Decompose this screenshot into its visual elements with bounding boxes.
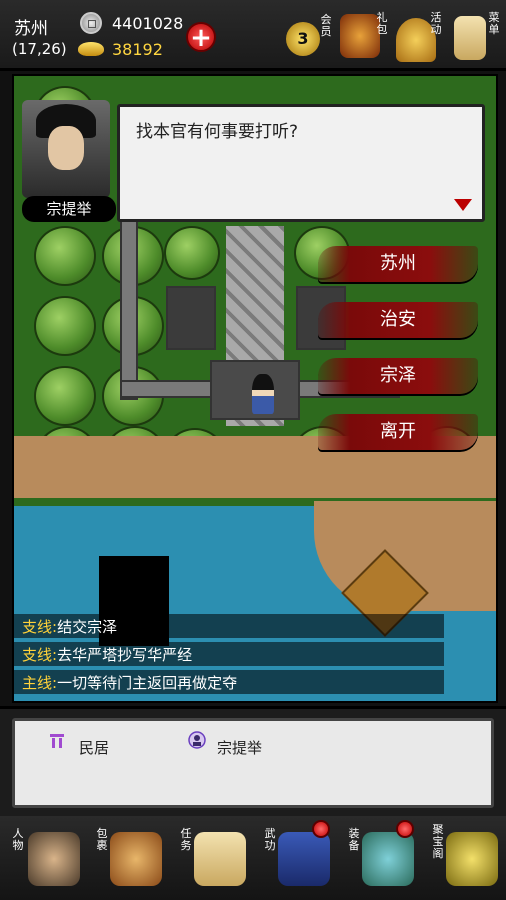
house-icon xyxy=(50,734,64,748)
nav-treasure-label: 聚宝阁 xyxy=(432,823,444,860)
location-coordinates: (17,26) xyxy=(12,40,67,58)
dialog-option-leave[interactable]: 离开 xyxy=(318,414,478,450)
dialog-option-security[interactable]: 治安 xyxy=(318,302,478,338)
activity-label: 活动 xyxy=(430,11,442,36)
notification-dot xyxy=(396,820,414,838)
tree xyxy=(34,366,96,426)
person-icon xyxy=(188,731,206,749)
vip-level-badge[interactable]: 3 xyxy=(286,22,320,56)
gift-label: 礼包 xyxy=(376,11,388,36)
top-bar: 苏州 (17,26) 4401028 38192 + 3 会员 礼包 活动 菜单 xyxy=(0,0,506,71)
nav-character-label: 人物 xyxy=(12,827,24,852)
menu-label: 菜单 xyxy=(488,11,500,36)
member-label: 会员 xyxy=(320,13,332,38)
quest-tracker[interactable]: 支线:结交宗泽 支线:去华严塔抄写华严经 主线:一切等待门主返回再做定夺 xyxy=(14,612,474,698)
courtyard-wall xyxy=(120,380,224,398)
dialog-text: 找本官有何事要打听? xyxy=(136,122,299,142)
info-item-residence[interactable]: 民居 xyxy=(79,737,109,758)
menu-scroll-icon[interactable] xyxy=(454,16,486,60)
nav-martial-label: 武功 xyxy=(264,827,276,852)
building xyxy=(166,286,216,350)
martial-book-icon[interactable] xyxy=(278,832,330,886)
silver-amount: 4401028 xyxy=(112,14,184,33)
gold-ingot-icon xyxy=(78,42,104,56)
treasure-pavilion-icon[interactable] xyxy=(446,832,498,886)
dialog-next-arrow-icon[interactable] xyxy=(454,199,472,211)
character-icon[interactable] xyxy=(28,832,80,886)
nav-bag-label: 包裹 xyxy=(96,827,108,852)
quest-item[interactable]: 支线:结交宗泽 xyxy=(22,616,117,637)
gold-amount: 38192 xyxy=(112,40,163,59)
player-character[interactable] xyxy=(252,374,274,414)
courtyard-wall xyxy=(120,216,138,400)
location-name: 苏州 xyxy=(14,19,48,39)
info-panel: 民居 宗提举 xyxy=(12,718,494,808)
dialog-option-zongze[interactable]: 宗泽 xyxy=(318,358,478,394)
dialog-box[interactable]: 找本官有何事要打听? xyxy=(117,104,485,222)
equipment-icon[interactable] xyxy=(362,832,414,886)
tree xyxy=(34,296,96,356)
gift-icon[interactable] xyxy=(340,14,380,58)
bag-icon[interactable] xyxy=(110,832,162,886)
npc-portrait xyxy=(22,100,110,198)
quest-item[interactable]: 支线:去华严塔抄写华严经 xyxy=(22,644,192,665)
npc-name-plate: 宗提举 xyxy=(22,196,116,222)
nav-task-label: 任务 xyxy=(180,827,192,852)
info-item-npc[interactable]: 宗提举 xyxy=(217,737,262,758)
tree xyxy=(34,226,96,286)
tree xyxy=(164,226,220,280)
dialog-option-suzhou[interactable]: 苏州 xyxy=(318,246,478,282)
silver-coin-icon xyxy=(80,12,102,34)
quest-item[interactable]: 主线:一切等待门主返回再做定夺 xyxy=(22,672,237,693)
portrait-face xyxy=(48,126,84,170)
notification-dot xyxy=(312,820,330,838)
nav-equipment-label: 装备 xyxy=(348,827,360,852)
task-scroll-icon[interactable] xyxy=(194,832,246,886)
recharge-plus-button[interactable]: + xyxy=(186,22,216,52)
